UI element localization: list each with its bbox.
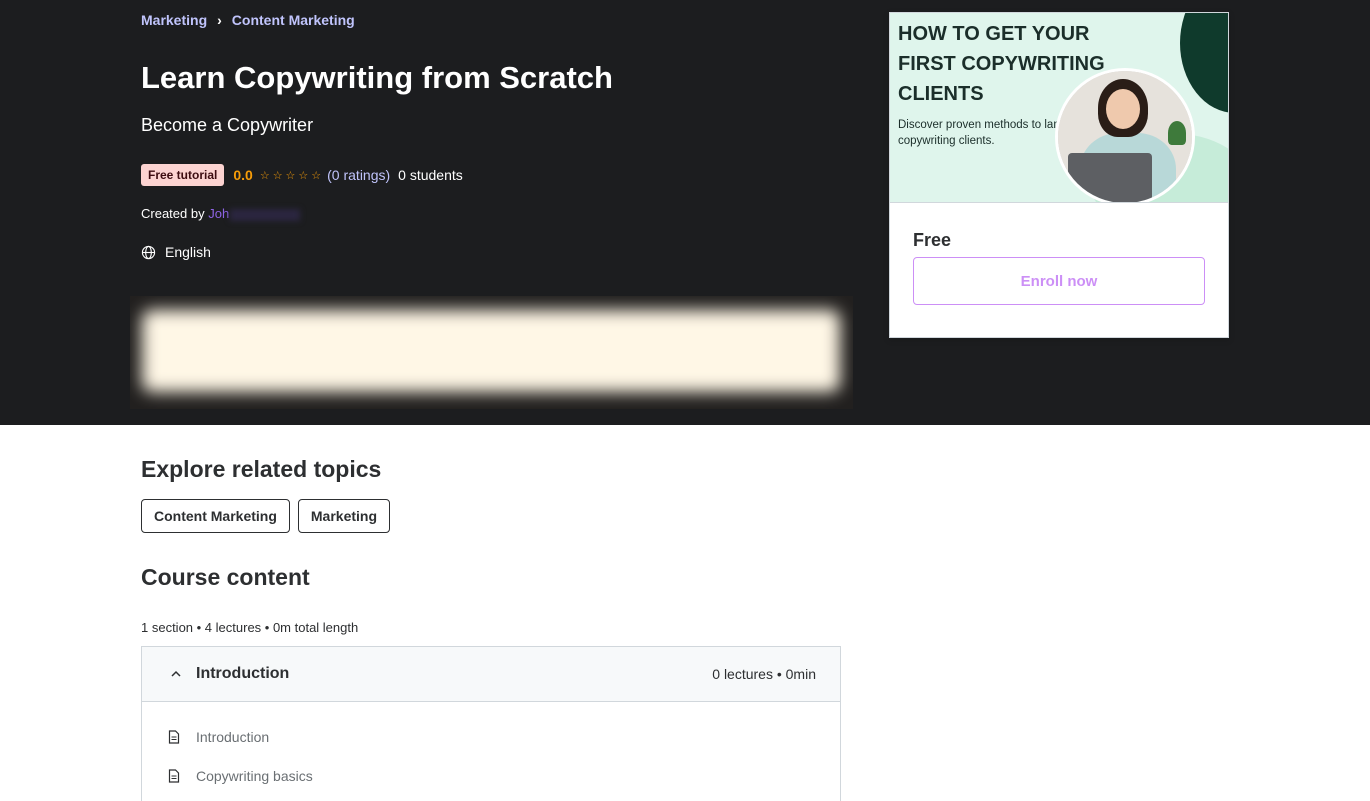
document-icon <box>168 769 180 783</box>
purchase-card: HOW TO GET YOUR FIRST COPYWRITING CLIENT… <box>889 12 1229 338</box>
course-subtitle: Become a Copywriter <box>141 115 314 135</box>
rating-stars-icon: ☆☆☆☆☆ <box>259 169 325 182</box>
course-preview-image[interactable]: HOW TO GET YOUR FIRST COPYWRITING CLIENT… <box>890 13 1228 203</box>
breadcrumb-item-marketing[interactable]: Marketing <box>141 12 207 28</box>
laptop-illustration <box>1068 153 1152 202</box>
lecture-item[interactable]: Introduction <box>168 729 269 745</box>
topic-marketing-button[interactable]: Marketing <box>297 499 391 533</box>
related-topics-title: Explore related topics <box>141 456 382 482</box>
course-section-accordion: Introduction 0 lectures • 0min Introduct… <box>141 646 841 801</box>
breadcrumb: Marketing › Content Marketing <box>141 12 355 28</box>
course-title: Learn Copywriting from Scratch <box>141 60 613 95</box>
created-by-label: Created by <box>141 206 205 221</box>
redacted-banner <box>130 296 853 409</box>
document-icon <box>168 730 180 744</box>
related-topics: Content Marketing Marketing <box>141 499 391 533</box>
free-tutorial-badge: Free tutorial <box>141 164 225 186</box>
person-face <box>1106 89 1140 129</box>
section-title: Introduction <box>196 665 290 682</box>
course-meta: Free tutorial 0.0 ☆☆☆☆☆ (0 ratings) 0 st… <box>141 164 463 186</box>
topic-content-marketing-button[interactable]: Content Marketing <box>141 499 290 533</box>
ratings-count-link[interactable]: (0 ratings) <box>327 167 390 183</box>
lecture-item[interactable]: Copywriting basics <box>168 768 313 784</box>
course-content-summary: 1 section • 4 lectures • 0m total length <box>141 620 359 635</box>
lecture-title: Copywriting basics <box>196 768 313 784</box>
redacted-author-name <box>230 208 301 221</box>
author-link[interactable]: Joh <box>208 206 229 221</box>
globe-icon <box>141 245 156 259</box>
rating-value: 0.0 <box>233 167 253 183</box>
students-count: 0 students <box>398 167 463 183</box>
chevron-right-icon: › <box>217 12 222 28</box>
lecture-title: Introduction <box>196 729 270 745</box>
section-header[interactable]: Introduction 0 lectures • 0min <box>142 647 840 702</box>
section-meta: 0 lectures • 0min <box>712 666 816 682</box>
chevron-up-icon <box>171 670 181 677</box>
redacted-banner-content <box>142 310 840 392</box>
language-label: English <box>165 244 211 260</box>
breadcrumb-item-content-marketing[interactable]: Content Marketing <box>232 12 355 28</box>
enroll-now-button[interactable]: Enroll now <box>913 257 1205 305</box>
course-language: English <box>141 244 211 260</box>
preview-description: Discover proven methods to land copywrit… <box>898 119 1067 147</box>
instructor-photo <box>1055 68 1195 202</box>
plant-illustration <box>1168 121 1186 145</box>
price-label: Free <box>913 230 952 250</box>
created-by: Created by Joh <box>141 206 301 221</box>
course-content-title: Course content <box>141 564 310 590</box>
